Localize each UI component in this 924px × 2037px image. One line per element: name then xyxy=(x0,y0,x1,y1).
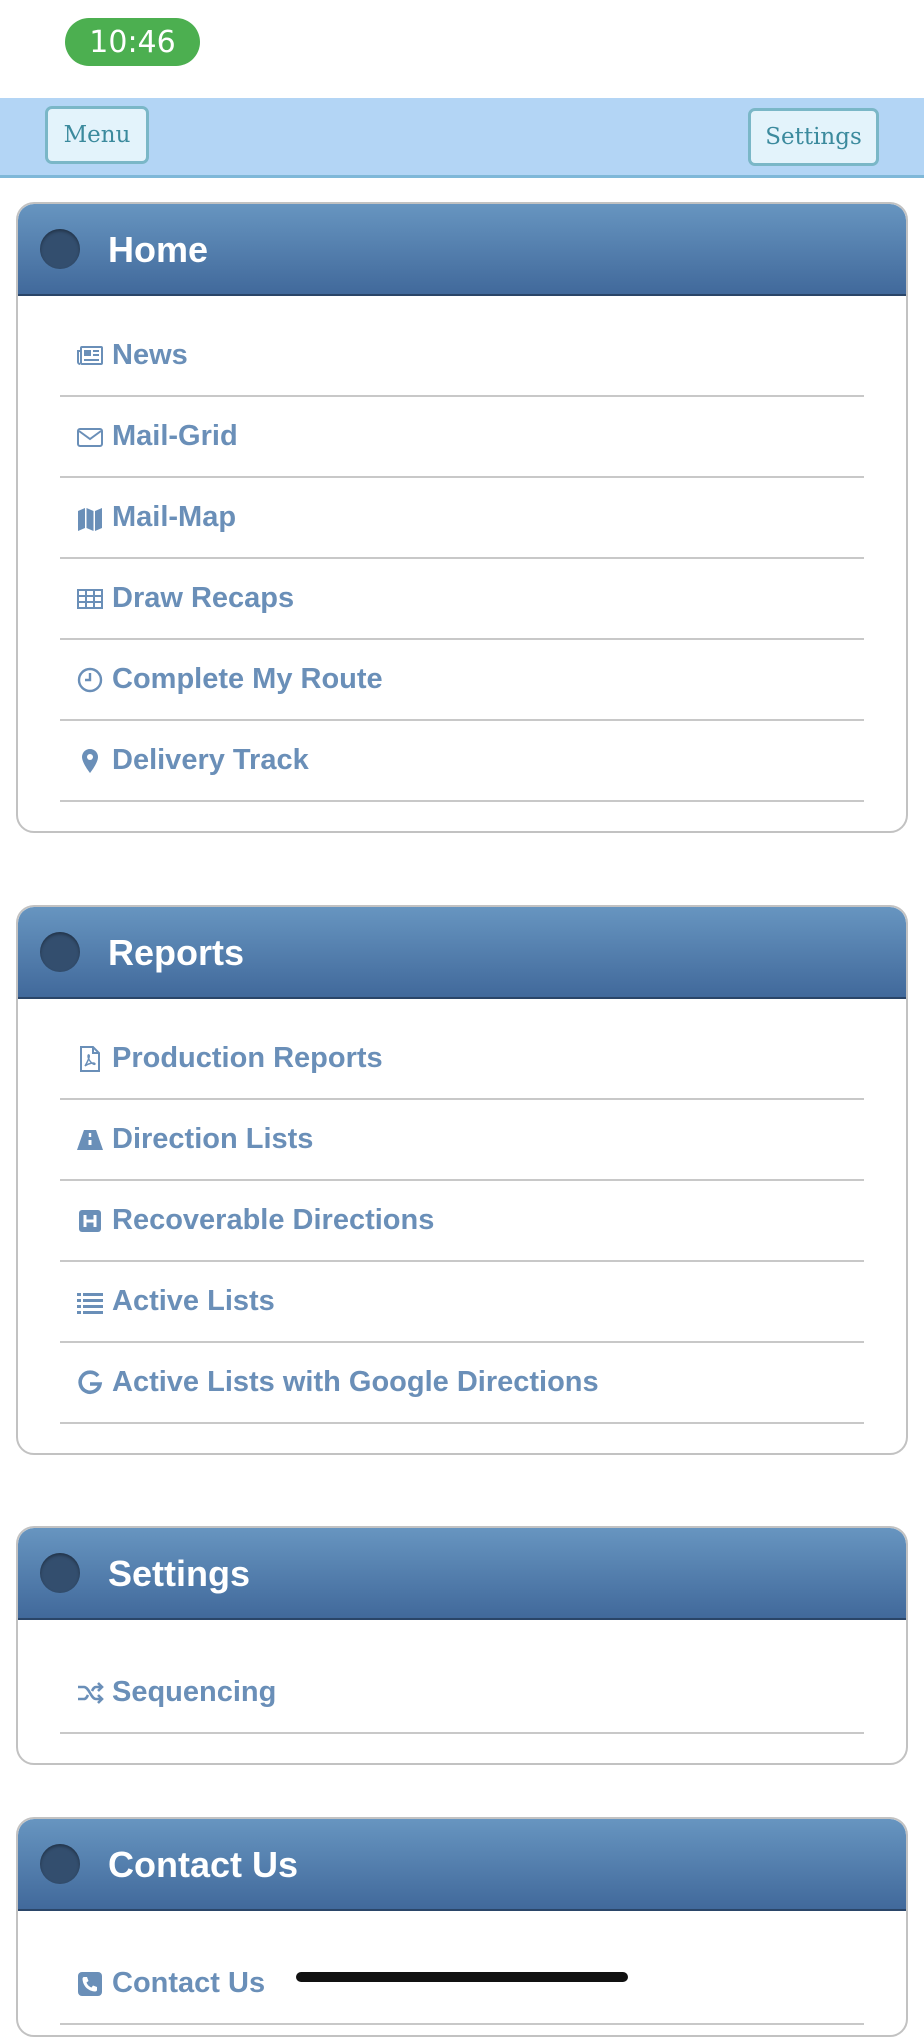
menu-item-label: News xyxy=(112,339,188,371)
envelope-icon xyxy=(76,423,104,451)
collapse-dot-icon xyxy=(40,229,80,269)
panel-reports: Reports Production Reports Direction Lis… xyxy=(16,905,908,1455)
menu-item-active-lists-google[interactable]: Active Lists with Google Directions xyxy=(60,1343,864,1424)
hospital-icon xyxy=(76,1207,104,1235)
random-icon xyxy=(76,1679,104,1707)
panel-header-settings[interactable]: Settings xyxy=(18,1528,906,1620)
pdf-file-icon xyxy=(76,1045,104,1073)
collapse-dot-icon xyxy=(40,1844,80,1884)
menu-item-label: Mail-Map xyxy=(112,501,237,533)
menu-item-mail-map[interactable]: Mail-Map xyxy=(60,478,864,559)
phone-square-icon xyxy=(76,1970,104,1998)
status-time: 10:46 xyxy=(65,18,200,66)
menu-item-label: Production Reports xyxy=(112,1042,383,1074)
panel-title: Settings xyxy=(108,1553,251,1594)
collapse-dot-icon xyxy=(40,932,80,972)
menu-button[interactable]: Menu xyxy=(45,106,149,164)
panel-settings: Settings Sequencing xyxy=(16,1526,908,1765)
menu-item-label: Contact Us xyxy=(112,1967,266,1999)
menu-item-contact-us[interactable]: Contact Us xyxy=(60,1944,864,2025)
list-icon xyxy=(76,1288,104,1316)
top-nav-bar: Menu Settings xyxy=(0,98,924,178)
clock-icon xyxy=(76,666,104,694)
menu-item-label: Complete My Route xyxy=(112,663,383,695)
panel-title: Contact Us xyxy=(108,1844,299,1885)
menu-item-news[interactable]: News xyxy=(60,316,864,397)
menu-item-recoverable-directions[interactable]: Recoverable Directions xyxy=(60,1181,864,1262)
panel-title: Reports xyxy=(108,932,245,973)
menu-item-draw-recaps[interactable]: Draw Recaps xyxy=(60,559,864,640)
google-icon xyxy=(76,1369,104,1397)
menu-item-production-reports[interactable]: Production Reports xyxy=(60,1019,864,1100)
road-icon xyxy=(76,1126,104,1154)
menu-item-complete-my-route[interactable]: Complete My Route xyxy=(60,640,864,721)
menu-item-label: Active Lists with Google Directions xyxy=(112,1366,599,1398)
menu-item-label: Draw Recaps xyxy=(112,582,295,614)
menu-item-label: Active Lists xyxy=(112,1285,275,1317)
panel-contact-us: Contact Us Contact Us xyxy=(16,1817,908,2037)
menu-item-active-lists[interactable]: Active Lists xyxy=(60,1262,864,1343)
map-icon xyxy=(76,504,104,532)
panel-header-contact-us[interactable]: Contact Us xyxy=(18,1819,906,1911)
panel-title: Home xyxy=(108,229,209,270)
menu-item-label: Mail-Grid xyxy=(112,420,238,452)
home-indicator[interactable] xyxy=(296,1972,628,1982)
menu-item-label: Direction Lists xyxy=(112,1123,314,1155)
menu-item-direction-lists[interactable]: Direction Lists xyxy=(60,1100,864,1181)
menu-item-label: Sequencing xyxy=(112,1676,277,1708)
menu-item-delivery-track[interactable]: Delivery Track xyxy=(60,721,864,802)
menu-item-mail-grid[interactable]: Mail-Grid xyxy=(60,397,864,478)
table-icon xyxy=(76,585,104,613)
collapse-dot-icon xyxy=(40,1553,80,1593)
settings-button[interactable]: Settings xyxy=(748,108,879,166)
menu-item-label: Recoverable Directions xyxy=(112,1204,435,1236)
menu-item-label: Delivery Track xyxy=(112,744,309,776)
panel-home: Home News Mail-Grid Mail-Map Draw Recaps xyxy=(16,202,908,833)
menu-item-sequencing[interactable]: Sequencing xyxy=(60,1653,864,1734)
map-marker-icon xyxy=(76,747,104,775)
panel-header-reports[interactable]: Reports xyxy=(18,907,906,999)
status-bar: 10:46 xyxy=(0,0,924,98)
panel-header-home[interactable]: Home xyxy=(18,204,906,296)
newspaper-icon xyxy=(76,342,104,370)
